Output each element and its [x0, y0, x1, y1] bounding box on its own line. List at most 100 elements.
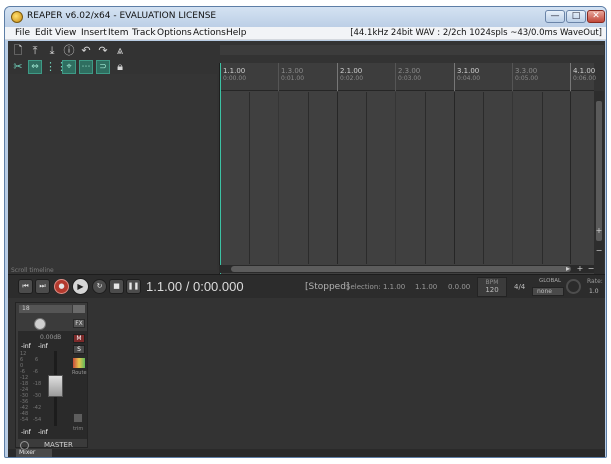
horizontal-scrollbar[interactable] — [219, 265, 594, 273]
master-mute-button[interactable]: M — [73, 334, 85, 343]
ruler-time-label: 0:02.00 — [340, 75, 364, 82]
ruler-bar-label: 3.1.00 — [457, 67, 480, 75]
selection-end[interactable]: 1.1.00 — [415, 283, 437, 291]
arrange-view[interactable]: 1.1.00 0:00.00 1.3.00 0:01.00 2.1.00 0:0… — [219, 63, 597, 281]
bpm-value[interactable]: 120 — [478, 286, 506, 294]
ruler-marker: 2.3.00 0:03.00 — [395, 63, 421, 91]
menu-bar: File Edit View Insert Item Track Options… — [5, 27, 606, 40]
master-solo-button[interactable]: S — [73, 345, 85, 354]
master-input-toggle[interactable] — [73, 305, 85, 313]
open-project-icon[interactable]: ⤒ — [28, 44, 42, 58]
zoom-out-horizontal-icon[interactable]: − — [586, 264, 596, 273]
selection-length[interactable]: 0.0.00 — [448, 283, 470, 291]
ruler-marker: 1.3.00 0:01.00 — [278, 63, 304, 91]
grid-line — [249, 92, 250, 264]
minimize-button[interactable]: — — [545, 10, 565, 23]
ruler-marker: 3.1.00 0:04.00 — [454, 63, 480, 91]
position-display[interactable]: 1.1.00 / 0:00.000 — [146, 279, 244, 294]
grid-icon[interactable]: ⋮⋮ — [45, 60, 67, 74]
global-automation-label: GLOBAL — [539, 278, 562, 284]
master-volume-readout: 0.00dB — [40, 334, 62, 341]
undo-icon[interactable]: ↶ — [79, 44, 93, 58]
zoom-out-vertical-icon[interactable]: − — [594, 246, 604, 255]
selection-start[interactable]: 1.1.00 — [383, 283, 405, 291]
vertical-scroll-thumb[interactable] — [596, 101, 602, 241]
envelope-icon[interactable] — [73, 413, 83, 423]
ruler-time-label: 0:06.00 — [573, 75, 597, 82]
ruler-time-label: 0:00.00 — [223, 75, 247, 82]
dock-tab-bar: Mixer — [8, 449, 605, 457]
grid-line — [308, 92, 309, 264]
grid-line — [570, 92, 571, 264]
mixer-panel: 18 FX 0.00dB -inf -inf 12 6 0 -6 -12 -18… — [8, 298, 605, 450]
track-control-panel[interactable] — [8, 74, 217, 270]
item-grouping-icon[interactable]: ⇔ — [28, 60, 42, 74]
scroll-right-icon[interactable]: ▸ — [563, 264, 573, 273]
go-to-start-button[interactable]: ⏮ — [18, 279, 33, 294]
master-channel-strip: 18 FX 0.00dB -inf -inf 12 6 0 -6 -12 -18… — [15, 302, 88, 450]
menu-options[interactable]: Options — [157, 28, 192, 38]
playrate-knob[interactable] — [566, 279, 581, 294]
route-label: Route — [72, 370, 87, 376]
timeline-ruler[interactable]: 1.1.00 0:00.00 1.3.00 0:01.00 2.1.00 0:0… — [220, 63, 597, 91]
mixer-tab[interactable]: Mixer — [16, 449, 52, 457]
master-pan-knob[interactable] — [34, 318, 46, 330]
track-grid[interactable] — [220, 92, 594, 264]
menu-item[interactable]: Item — [108, 28, 129, 38]
go-to-end-button[interactable]: ⏭ — [35, 279, 50, 294]
loop-icon[interactable]: ⊃ — [96, 60, 110, 74]
save-project-icon[interactable]: ⤓ — [45, 44, 59, 58]
record-button[interactable]: ● — [54, 279, 69, 294]
stop-button[interactable]: ■ — [109, 279, 124, 294]
lock-icon[interactable]: 🔒︎ — [113, 60, 127, 74]
grid-line — [337, 92, 338, 264]
reaper-window: REAPER v6.02/x64 - EVALUATION LICENSE — … — [4, 6, 607, 458]
master-track-name: MASTER — [44, 441, 73, 449]
close-button[interactable]: ✕ — [587, 10, 605, 23]
zoom-in-horizontal-icon[interactable]: + — [575, 264, 585, 273]
horizontal-scroll-thumb[interactable] — [231, 266, 571, 272]
zoom-in-vertical-icon[interactable]: + — [594, 226, 604, 235]
route-icon[interactable] — [73, 358, 85, 368]
project-settings-icon[interactable]: ⓘ — [62, 44, 76, 58]
menu-track[interactable]: Track — [132, 28, 156, 38]
ruler-marker: 2.1.00 0:02.00 — [337, 63, 363, 91]
time-signature[interactable]: 4/4 — [514, 283, 525, 291]
maximize-button[interactable]: □ — [566, 10, 586, 23]
repeat-button[interactable]: ↻ — [92, 279, 107, 294]
master-input-field[interactable]: 18 — [19, 305, 72, 313]
menu-file[interactable]: File — [15, 28, 30, 38]
pause-button[interactable]: ❚❚ — [126, 279, 141, 294]
meter-tick: -6 — [33, 369, 38, 375]
menu-view[interactable]: View — [55, 28, 76, 38]
transport-state: [Stopped] — [305, 282, 350, 292]
window-title: REAPER v6.02/x64 - EVALUATION LICENSE — [27, 11, 217, 21]
meter-tick: -42 — [33, 405, 42, 411]
rate-value[interactable]: 1.0 — [589, 288, 599, 295]
grid-lines-icon[interactable]: ⋯ — [79, 60, 93, 74]
new-project-icon[interactable]: 🗋 — [11, 44, 25, 58]
snap-icon[interactable]: ⌖ — [62, 60, 76, 74]
global-automation-mode[interactable]: none — [532, 287, 564, 296]
play-button[interactable]: ▶ — [72, 278, 89, 295]
scroll-timeline-label: Scroll timeline — [11, 267, 54, 274]
master-fx-button[interactable]: FX — [73, 319, 85, 328]
ruler-time-label: 0:03.00 — [398, 75, 422, 82]
bpm-box[interactable]: BPM 120 — [477, 277, 507, 297]
menu-insert[interactable]: Insert — [81, 28, 107, 38]
grid-line — [278, 92, 279, 264]
title-bar[interactable]: REAPER v6.02/x64 - EVALUATION LICENSE — … — [5, 7, 606, 27]
menu-edit[interactable]: Edit — [35, 28, 52, 38]
ruler-bar-label: 1.3.00 — [281, 67, 304, 75]
ripple-edit-icon[interactable]: ✂ — [11, 60, 25, 74]
metronome-icon[interactable]: ⩓ — [113, 44, 127, 58]
edit-cursor[interactable] — [220, 63, 221, 281]
master-volume-fader[interactable] — [48, 375, 63, 397]
selection-label: Selection: — [346, 283, 381, 291]
redo-icon[interactable]: ↷ — [96, 44, 110, 58]
master-peak-right: -inf — [38, 343, 48, 350]
menu-help[interactable]: Help — [226, 28, 247, 38]
master-peak-left: -inf — [21, 343, 31, 350]
meter-tick: -30 — [33, 393, 42, 399]
menu-actions[interactable]: Actions — [193, 28, 226, 38]
